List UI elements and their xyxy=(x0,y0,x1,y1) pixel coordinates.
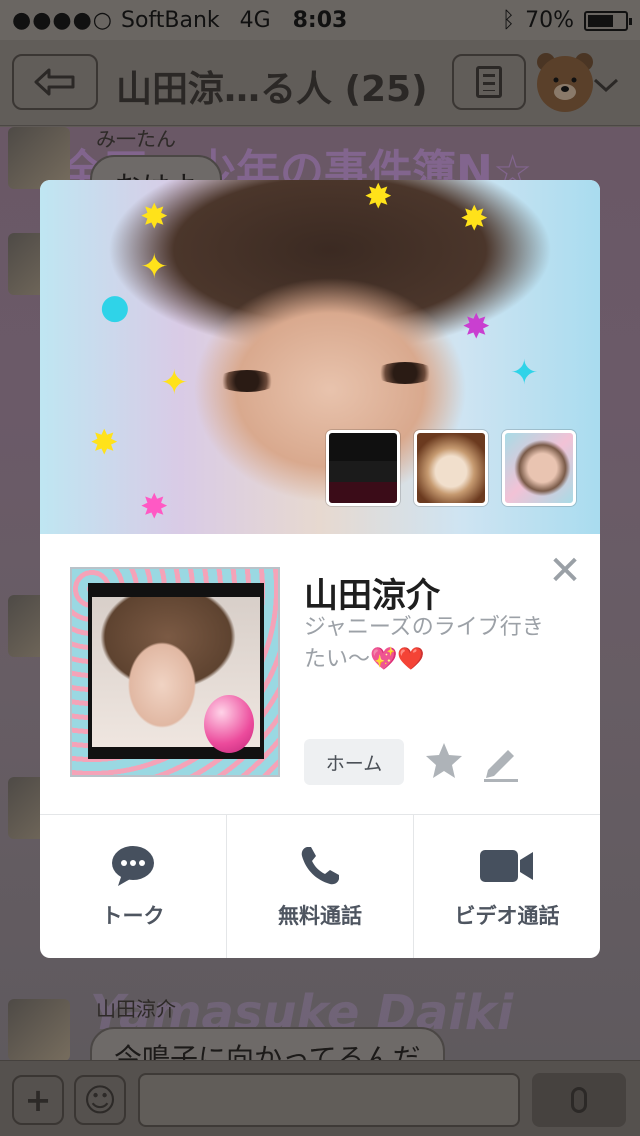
message-input[interactable] xyxy=(138,1073,520,1127)
input-bar: + ☺ xyxy=(0,1060,640,1136)
talk-label: トーク xyxy=(101,903,165,928)
sparkle-icon: ✦ xyxy=(140,247,169,287)
sparkle-icon: ✦ xyxy=(160,363,189,403)
cover-image-detail xyxy=(374,362,436,384)
star-icon xyxy=(426,743,462,778)
avatar[interactable] xyxy=(8,999,70,1060)
sparkle-icon: ✦ xyxy=(510,353,539,393)
favorite-button[interactable] xyxy=(422,740,466,784)
close-icon: ✕ xyxy=(548,548,582,594)
microphone-icon xyxy=(571,1087,587,1113)
profile-photo[interactable] xyxy=(70,567,280,777)
edit-button[interactable] xyxy=(480,740,524,784)
sparkle-icon: ✸ xyxy=(140,487,169,527)
chat-title: 山田涼…る人 (25) xyxy=(116,69,428,110)
status-right: ᛒ 70% xyxy=(501,8,632,33)
message-sender: み一たん xyxy=(96,127,176,151)
voice-button[interactable] xyxy=(532,1073,626,1127)
free-call-label: 無料通話 xyxy=(278,903,362,928)
profile-popup: ✸ ✸ ✸ ✦ ✸ ✦ ✸ ✸ ● ✦ 山田涼介 ✕ ジャニーズのライブ行きたい… xyxy=(40,180,600,958)
close-button[interactable]: ✕ xyxy=(544,550,586,592)
back-arrow-icon xyxy=(34,68,75,96)
bluetooth-icon: ᛒ xyxy=(501,8,516,33)
home-button[interactable]: ホーム xyxy=(304,739,404,785)
chevron-down-icon[interactable] xyxy=(592,76,620,94)
status-message: ジャニーズのライブ行きたい〜💖❤️ xyxy=(304,612,554,676)
sparkle-icon: ● xyxy=(100,287,130,327)
chat-bubble-icon xyxy=(112,845,154,886)
heart-emoji-icon: 💖❤️ xyxy=(370,647,425,672)
message-bubble[interactable]: 今鳴子に向かってるんだ xyxy=(90,1027,445,1060)
talk-button[interactable]: トーク xyxy=(40,815,227,958)
message-sender: 山田涼介 xyxy=(96,997,176,1021)
sparkle-icon: ✸ xyxy=(140,197,169,237)
cover-thumbnail[interactable] xyxy=(414,430,488,506)
bear-sticker-icon[interactable] xyxy=(534,48,596,116)
cover-thumbnail[interactable] xyxy=(326,430,400,506)
video-call-button[interactable]: ビデオ通話 xyxy=(414,815,600,958)
action-bar: トーク 無料通話 ビデオ通話 xyxy=(40,814,600,958)
cover-thumbnail[interactable] xyxy=(502,430,576,506)
battery-percent: 70% xyxy=(525,8,574,33)
pencil-icon xyxy=(484,750,518,782)
plus-icon: + xyxy=(24,1081,52,1119)
menu-button[interactable] xyxy=(452,54,526,110)
phone-icon xyxy=(301,846,339,884)
status-bar: ●●●●○ SoftBank 4G 8:03 ᛒ 70% xyxy=(0,0,640,40)
free-call-button[interactable]: 無料通話 xyxy=(227,815,414,958)
video-camera-icon xyxy=(480,849,533,882)
sparkle-icon: ✸ xyxy=(364,180,393,217)
sparkle-icon: ✸ xyxy=(90,423,119,463)
sparkle-icon: ✸ xyxy=(460,199,489,239)
battery-icon xyxy=(584,10,632,31)
cover-image-detail xyxy=(216,370,278,392)
chat-header: 山田涼…る人 (25) xyxy=(0,40,640,126)
document-icon xyxy=(476,66,502,98)
back-button[interactable] xyxy=(12,54,98,110)
smiley-icon: ☺ xyxy=(83,1081,117,1119)
profile-name: 山田涼介 xyxy=(304,576,440,616)
balloon-icon xyxy=(204,695,254,753)
cover-photo[interactable]: ✸ ✸ ✸ ✦ ✸ ✦ ✸ ✸ ● ✦ xyxy=(40,180,600,534)
sticker-button[interactable]: ☺ xyxy=(74,1075,126,1125)
video-call-label: ビデオ通話 xyxy=(454,903,560,928)
sparkle-icon: ✸ xyxy=(462,307,491,347)
add-button[interactable]: + xyxy=(12,1075,64,1125)
